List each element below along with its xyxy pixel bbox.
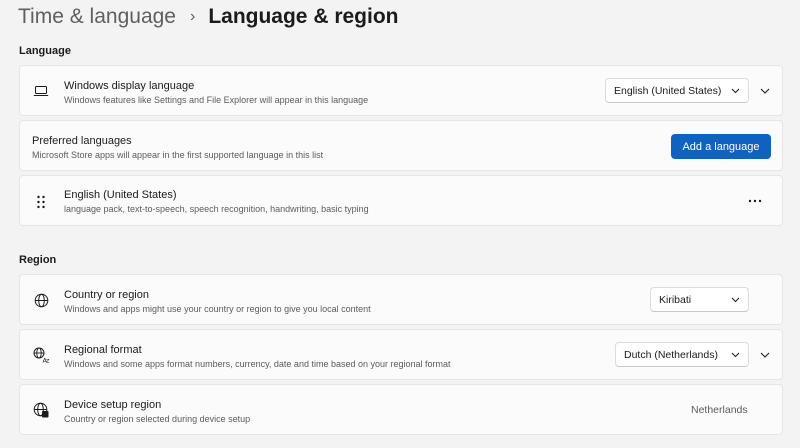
preferred-languages-card: Preferred languages Microsoft Store apps… <box>19 120 783 171</box>
more-options-icon[interactable] <box>743 191 767 211</box>
breadcrumb: Time & language › Language & region <box>18 3 399 31</box>
device-setup-region-title: Device setup region <box>64 399 162 411</box>
regional-format-expand-icon[interactable] <box>756 346 774 364</box>
breadcrumb-parent-link[interactable]: Time & language <box>18 5 176 29</box>
display-language-expand-icon[interactable] <box>756 82 774 100</box>
display-language-card: Windows display language Windows feature… <box>19 65 783 116</box>
add-language-button[interactable]: Add a language <box>671 134 771 159</box>
regional-format-subtitle: Windows and some apps format numbers, cu… <box>64 359 451 369</box>
chevron-down-icon <box>730 295 740 305</box>
laptop-icon <box>32 82 50 100</box>
regional-format-dropdown[interactable]: Dutch (Netherlands) <box>615 342 749 367</box>
device-setup-region-value: Netherlands <box>691 404 748 416</box>
display-language-dropdown[interactable]: English (United States) <box>605 78 749 103</box>
chevron-down-icon <box>730 350 740 360</box>
section-title-region: Region <box>19 254 57 266</box>
preferred-languages-title: Preferred languages <box>32 135 132 147</box>
regional-format-card: A z Regional format Windows and some app… <box>19 329 783 380</box>
svg-text:z: z <box>46 357 50 364</box>
country-region-dropdown[interactable]: Kiribati <box>650 287 749 312</box>
device-setup-region-subtitle: Country or region selected during device… <box>64 414 251 424</box>
country-region-title: Country or region <box>64 289 149 301</box>
regional-format-value: Dutch (Netherlands) <box>624 348 718 361</box>
regional-format-title: Regional format <box>64 344 142 356</box>
globe-device-icon <box>32 401 50 419</box>
breadcrumb-separator: › <box>189 8 196 25</box>
section-title-language: Language <box>19 45 71 57</box>
display-language-title: Windows display language <box>64 80 195 92</box>
display-language-value: English (United States) <box>614 84 722 97</box>
language-item-subtitle: language pack, text-to-speech, speech re… <box>64 204 369 214</box>
country-region-subtitle: Windows and apps might use your country … <box>64 304 371 314</box>
regional-format-icon: A z <box>32 346 50 364</box>
globe-icon <box>32 291 50 309</box>
country-region-card: Country or region Windows and apps might… <box>19 274 783 325</box>
preferred-languages-subtitle: Microsoft Store apps will appear in the … <box>32 150 324 160</box>
display-language-subtitle: Windows features like Settings and File … <box>64 95 369 105</box>
country-region-value: Kiribati <box>659 293 692 306</box>
language-list-item[interactable]: English (United States) language pack, t… <box>19 175 783 226</box>
language-item-title: English (United States) <box>64 189 177 201</box>
drag-handle-icon[interactable] <box>32 193 50 211</box>
device-setup-region-card: Device setup region Country or region se… <box>19 384 783 435</box>
page-title: Language & region <box>208 5 399 28</box>
chevron-down-icon <box>730 86 740 96</box>
